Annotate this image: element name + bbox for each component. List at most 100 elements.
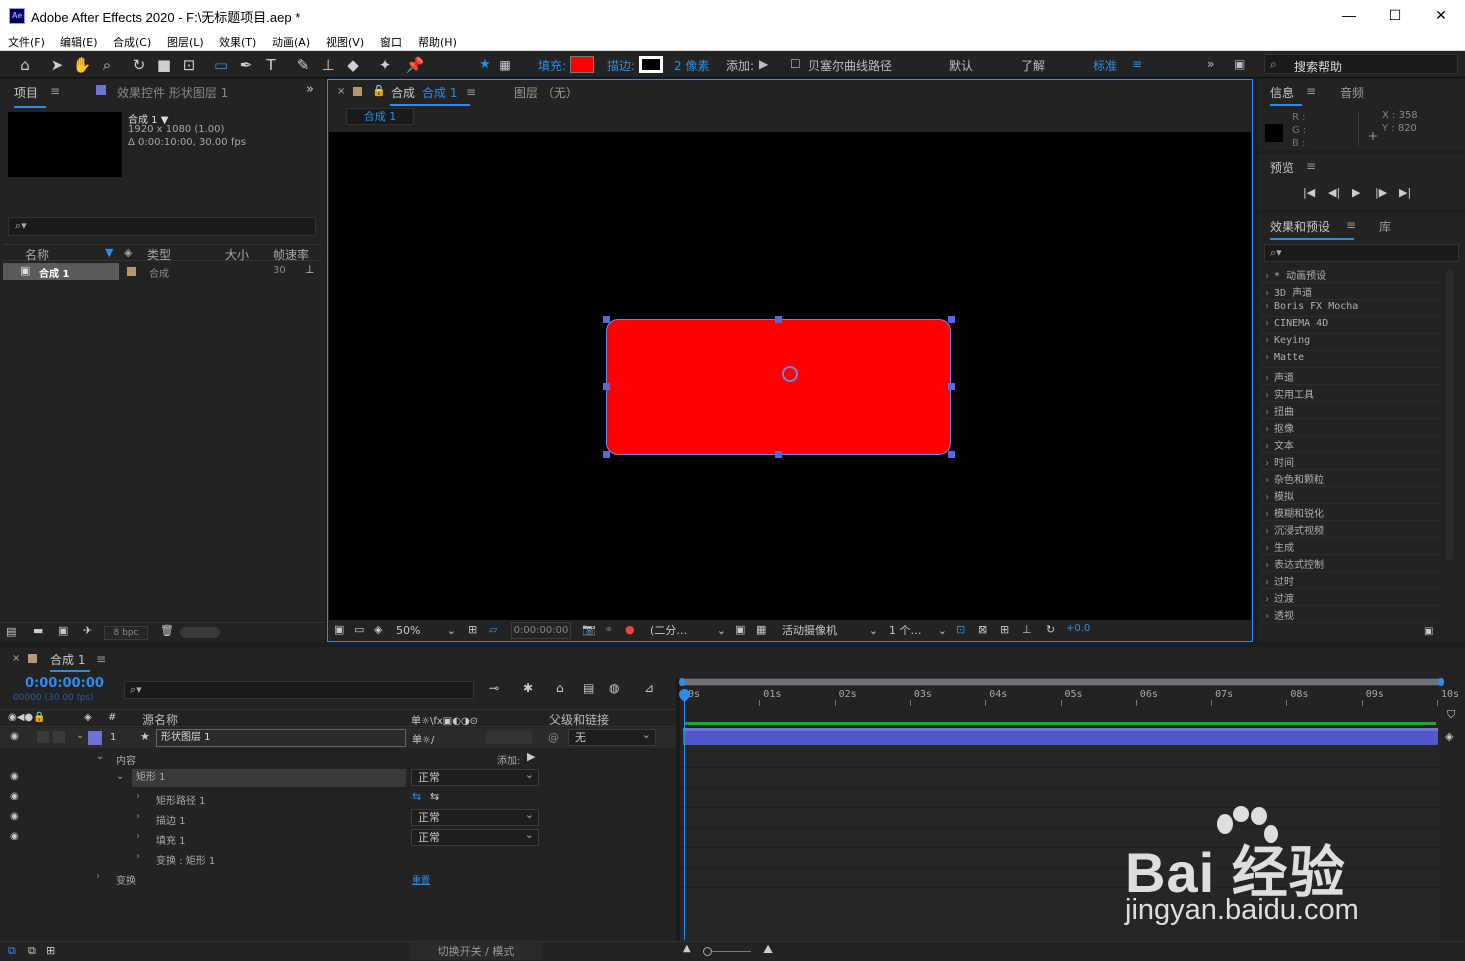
- work-area-end-handle[interactable]: [1438, 678, 1444, 686]
- channel-icon[interactable]: ●: [625, 623, 635, 636]
- reset-exposure-icon[interactable]: ↻: [1046, 623, 1055, 636]
- layer-name[interactable]: 形状图层 1: [156, 729, 406, 747]
- menu-file[interactable]: 文件(F): [8, 34, 45, 50]
- layer-switches-icons[interactable]: 单☼/: [412, 731, 434, 746]
- home-icon[interactable]: ⌂: [15, 55, 35, 75]
- selection-tool-icon[interactable]: ➤: [47, 55, 67, 75]
- pan-behind-tool-icon[interactable]: ⊡: [179, 55, 199, 75]
- twirl-down-icon[interactable]: ⌄: [116, 771, 124, 782]
- comp-mini-flowchart-icon[interactable]: ⊸: [489, 681, 499, 695]
- effect-category-item[interactable]: › 生成: [1264, 539, 1294, 554]
- rotate-tool-icon[interactable]: ↻: [129, 55, 149, 75]
- rectangle-tool-icon[interactable]: ▭: [211, 55, 231, 75]
- layer-row[interactable]: ◉ ⌄ 1 ★ 形状图层 1 单☼/ @ 无: [0, 727, 676, 748]
- maximize-button[interactable]: ☐: [1372, 0, 1418, 31]
- handle-tr[interactable]: [948, 316, 955, 323]
- handle-mr[interactable]: [948, 383, 955, 390]
- graph-editor-icon[interactable]: ⊿: [644, 681, 654, 695]
- lock-toggle[interactable]: [53, 731, 65, 743]
- frame-blending-icon[interactable]: ▤: [583, 681, 594, 695]
- fast-preview-icon[interactable]: ⊡: [956, 623, 965, 636]
- eye-icon[interactable]: ◉: [10, 771, 19, 782]
- timing-toggle-icon[interactable]: ⊞: [46, 944, 55, 957]
- camera-dropdown[interactable]: 活动摄像机 ⌄: [782, 622, 878, 639]
- effect-category-item[interactable]: › 过渡: [1264, 590, 1294, 605]
- mask-icon[interactable]: ◈: [374, 623, 382, 636]
- anchor-point-icon[interactable]: [782, 366, 798, 382]
- show-snapshot-icon[interactable]: ⚭: [604, 623, 613, 636]
- menu-animation[interactable]: 动画(A): [272, 34, 310, 50]
- work-area-range[interactable]: [683, 679, 1440, 685]
- add-play-icon[interactable]: ▶: [759, 57, 768, 71]
- flowchart-view-icon[interactable]: ⊞: [1000, 623, 1009, 636]
- always-preview-icon[interactable]: ▣: [334, 623, 344, 636]
- menu-effect[interactable]: 效果(T): [219, 34, 256, 50]
- expand-icon[interactable]: »: [1207, 57, 1214, 71]
- effect-category-item[interactable]: › 文本: [1264, 437, 1294, 452]
- reset-link[interactable]: 重置: [412, 873, 430, 886]
- blend-mode-rect[interactable]: 正常: [411, 767, 539, 786]
- comp-breadcrumb[interactable]: 合成 1: [346, 108, 414, 125]
- work-area-bar[interactable]: [680, 678, 1443, 686]
- project-row[interactable]: ▣ 合成 1 合成 30 ⊥: [3, 263, 321, 280]
- path-direction-icon[interactable]: ⇆: [412, 790, 421, 803]
- tab-effects-presets[interactable]: 效果和预设: [1270, 218, 1330, 235]
- handle-bc[interactable]: [775, 451, 782, 458]
- col-fps[interactable]: 帧速率: [273, 246, 309, 263]
- red-rectangle[interactable]: [606, 319, 951, 455]
- zoom-tool-icon[interactable]: ⌕: [97, 55, 117, 75]
- layer-switches-toggle-icon[interactable]: ⧉: [8, 944, 16, 958]
- handle-ml[interactable]: [603, 383, 610, 390]
- twirl-down-icon[interactable]: ⌄: [96, 751, 104, 762]
- pickwhip-icon[interactable]: @: [548, 731, 559, 744]
- search-help-field[interactable]: ⌕ 搜索帮助: [1264, 54, 1458, 74]
- minimize-button[interactable]: —: [1326, 0, 1372, 31]
- effect-category-item[interactable]: › 过时: [1264, 573, 1294, 588]
- zoom-dropdown[interactable]: 50% ⌄: [396, 622, 460, 639]
- rect-group-row[interactable]: ◉ ⌄ 矩形 1 正常: [0, 767, 676, 788]
- views-dropdown[interactable]: 1 个… ⌄: [889, 622, 947, 639]
- exposure-value[interactable]: +0.0: [1066, 623, 1090, 634]
- av-features-icons[interactable]: ◉◀●🔒: [8, 712, 46, 723]
- label-icon[interactable]: ◈: [124, 246, 132, 259]
- work-area-start-handle[interactable]: [679, 678, 685, 686]
- handle-bl[interactable]: [603, 451, 610, 458]
- new-bin-icon[interactable]: ▣: [1424, 626, 1433, 637]
- dock-icon[interactable]: ▣: [1234, 57, 1245, 71]
- effect-category-item[interactable]: › Keying: [1264, 335, 1310, 346]
- tab-preview[interactable]: 预览: [1270, 159, 1294, 176]
- prev-frame-icon[interactable]: ◀|: [1328, 186, 1340, 199]
- effect-category-item[interactable]: › 沉浸式视频: [1264, 522, 1324, 537]
- effect-category-item[interactable]: › 表达式控制: [1264, 556, 1324, 571]
- zoom-slider-knob[interactable]: [703, 947, 712, 956]
- effect-category-item[interactable]: › CINEMA 4D: [1264, 318, 1328, 329]
- stroke-row[interactable]: ◉ › 描边 1 正常: [0, 807, 676, 828]
- twirl-right-icon[interactable]: ›: [136, 791, 140, 802]
- effect-category-item[interactable]: › 扭曲: [1264, 403, 1294, 418]
- menu-layer[interactable]: 图层(L): [167, 34, 204, 50]
- comp-menu-icon[interactable]: ≡: [466, 85, 476, 99]
- toggle-switches-modes[interactable]: 切换开关 / 模式: [409, 943, 543, 960]
- tab-project[interactable]: 项目: [14, 84, 38, 101]
- preview-menu-icon[interactable]: ≡: [1306, 159, 1316, 173]
- shy-layers-icon[interactable]: ⌂: [556, 681, 564, 695]
- label-color-swatch[interactable]: [127, 267, 136, 276]
- roto-brush-icon[interactable]: ✦: [375, 55, 395, 75]
- eye-icon[interactable]: ◉: [10, 831, 19, 842]
- fill-swatch[interactable]: [570, 56, 594, 73]
- viewer-canvas[interactable]: [329, 132, 1251, 620]
- panel-expand-icon[interactable]: »: [306, 82, 314, 97]
- effect-category-item[interactable]: › * 动画预设: [1264, 267, 1326, 282]
- menu-composition[interactable]: 合成(C): [113, 34, 151, 50]
- tab-libraries[interactable]: 库: [1379, 218, 1391, 235]
- menu-edit[interactable]: 编辑(E): [60, 34, 98, 50]
- transform-row[interactable]: › 变换 重置: [0, 868, 676, 888]
- first-frame-icon[interactable]: |◀: [1303, 186, 1315, 199]
- thumbnail-slider[interactable]: [180, 627, 220, 638]
- transparency-grid-icon[interactable]: ▦: [756, 623, 766, 636]
- eraser-tool-icon[interactable]: ◆: [343, 55, 363, 75]
- project-search-input[interactable]: ⌕▾: [8, 217, 316, 236]
- twirl-right-icon[interactable]: ›: [136, 831, 140, 842]
- col-name[interactable]: 名称: [25, 246, 49, 263]
- eye-icon[interactable]: ◉: [10, 791, 19, 802]
